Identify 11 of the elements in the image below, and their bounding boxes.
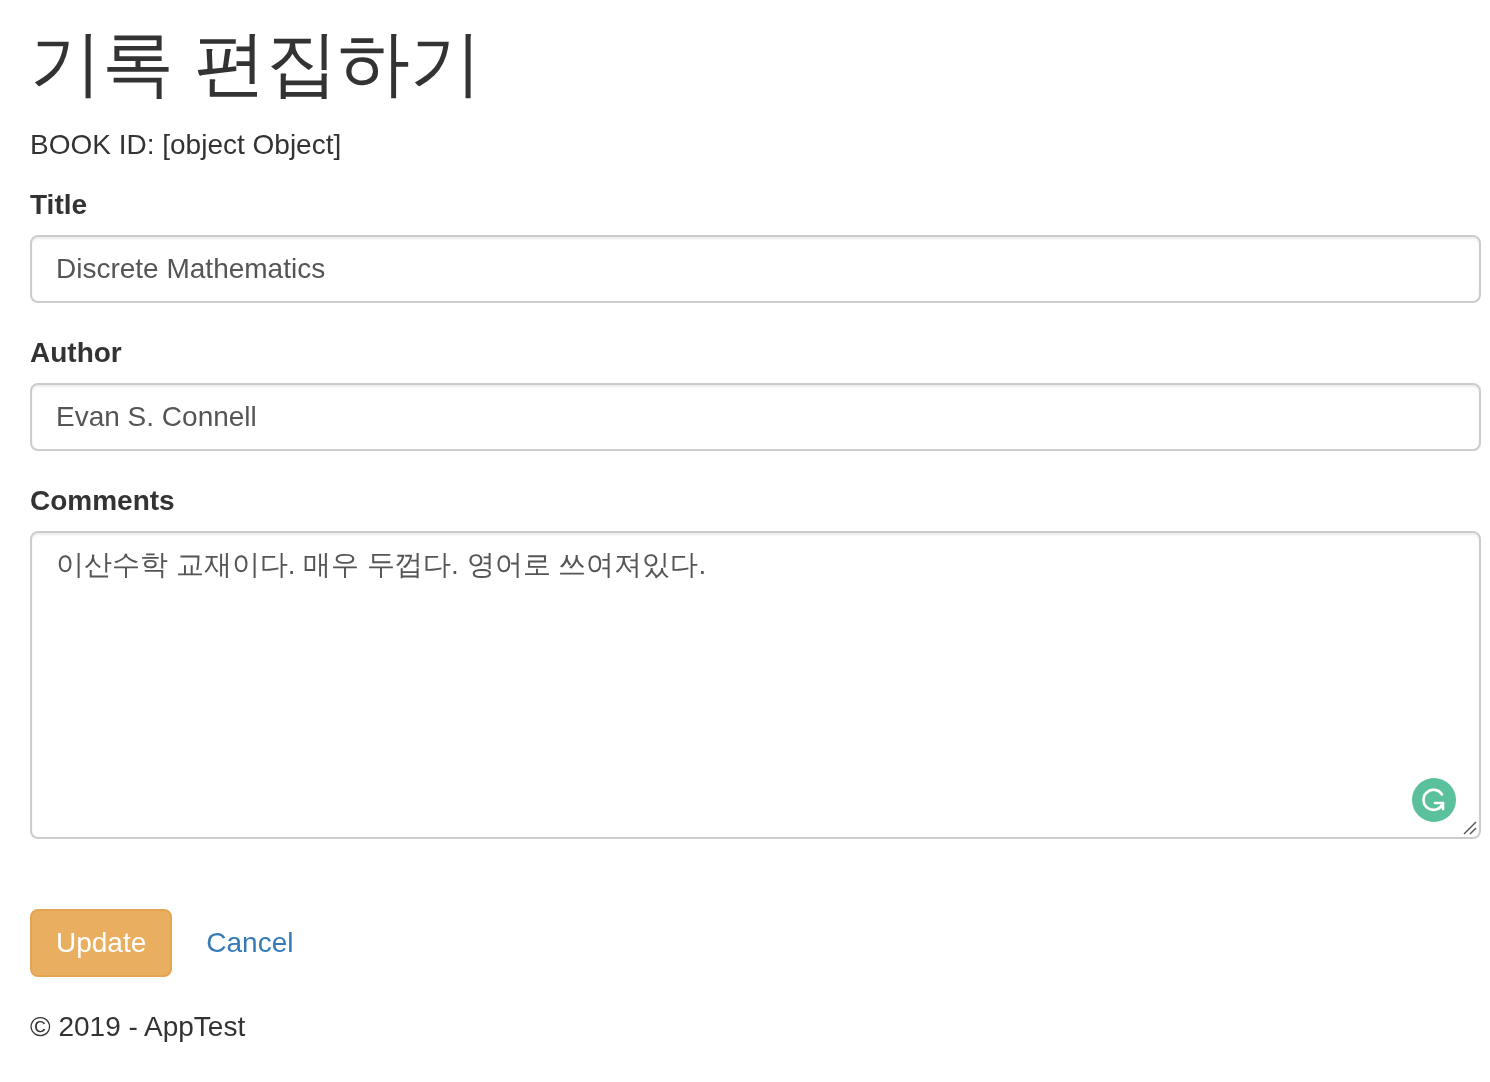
- resize-grip-icon[interactable]: [1463, 821, 1477, 836]
- page-heading: 기록 편집하기: [30, 24, 482, 104]
- comments-textarea[interactable]: 이산수학 교재이다. 매우 두껍다. 영어로 쓰여져있다.: [30, 531, 1481, 840]
- field-label: Title: [30, 188, 88, 223]
- cancel-link[interactable]: Cancel: [180, 909, 320, 978]
- text-input[interactable]: Evan S. Connell: [30, 383, 1481, 452]
- text-input[interactable]: Discrete Mathematics: [30, 235, 1481, 304]
- footer-text: © 2019 - AppTest: [30, 1010, 246, 1045]
- book-id-text: BOOK ID: [object Object]: [30, 128, 342, 163]
- field-label: Author: [30, 336, 122, 371]
- field-label: Comments: [30, 484, 175, 519]
